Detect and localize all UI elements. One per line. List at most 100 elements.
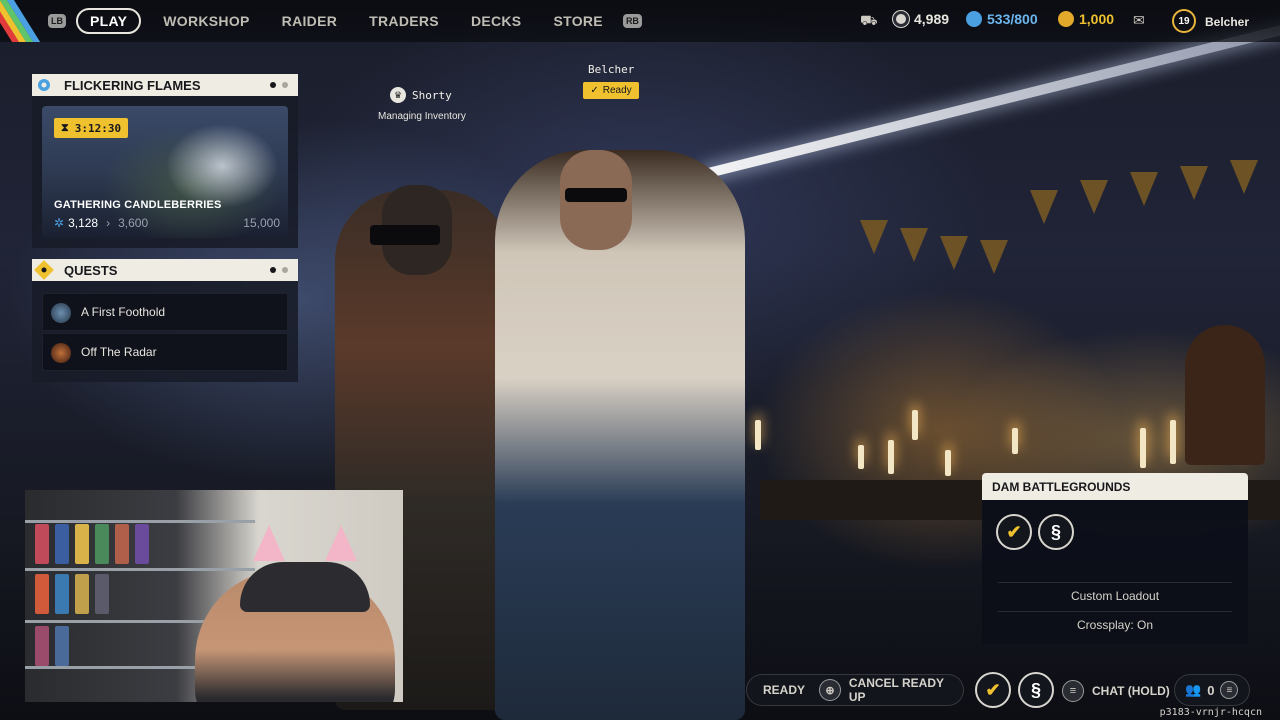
coins-value: 4,989 [914,11,950,27]
collectible-box [55,574,69,614]
quests-panel-title: QUESTS [64,262,118,278]
coins-display: 4,989 [893,11,949,27]
collectible-box [55,524,69,564]
controller-button-icon: ⊕ [819,679,841,701]
cat-ear-headset [325,525,357,561]
top-navigation-bar: LB PLAY WORKSHOP RAIDER TRADERS DECKS ST… [0,0,1280,42]
player-level-badge[interactable]: 19 [1172,9,1196,33]
tab-decks[interactable]: DECKS [471,13,522,29]
quest-item[interactable]: Off The Radar [42,333,288,371]
candle [858,445,864,469]
bunting-flag [1130,172,1158,206]
chat-hint[interactable]: ≡ CHAT (HOLD) [1062,680,1170,702]
credits-display: 1,000 [1058,11,1114,27]
credits-value: 1,000 [1079,11,1115,27]
tab-traders[interactable]: TRADERS [369,13,439,29]
character-shorty-goggles [370,225,440,245]
custom-loadout-option[interactable]: Custom Loadout [982,589,1248,603]
tab-workshop[interactable]: WORKSHOP [163,13,249,29]
streamer-cap [240,562,370,612]
mail-icon[interactable]: ✉ [1133,12,1145,29]
checkmark-icon: ✓ [590,85,599,96]
quests-panel-header[interactable]: QUESTS [32,259,298,281]
ready-status-bar[interactable]: READY ⊕ CANCEL READY UP [746,674,964,706]
collectible-box [35,626,49,666]
menu-button-icon: ≡ [1220,681,1239,699]
streamer-webcam-overlay [25,490,403,702]
event-name: GATHERING CANDLEBERRIES [54,199,222,211]
chevron-right-icon: › [106,216,111,230]
ceiling-light-beam [698,20,1280,180]
cosmetics-icon[interactable]: ⛟ [860,12,878,31]
progress-max: 15,000 [243,216,280,230]
collectible-box [115,524,129,564]
people-icon: 👥 [1185,682,1202,697]
pagination-dots [270,267,288,273]
raider-emblem-icon: § [1038,514,1074,550]
collectible-box [135,524,149,564]
session-id: p3183-vrnjr-hcqcn [1159,707,1262,718]
hourglass-icon: ⧗ [61,121,69,134]
collectible-box [35,524,49,564]
bunting-flag [1080,180,1108,214]
character-belcher-visor [565,188,627,202]
squad-member-status: Managing Inventory [378,111,466,122]
collectible-box [35,574,49,614]
lb-button-hint: LB [48,14,66,28]
chat-label: CHAT (HOLD) [1092,684,1170,698]
bunting-flag [1230,160,1258,194]
candle [1012,428,1018,454]
tab-raider[interactable]: RAIDER [282,13,337,29]
collectible-box [75,524,89,564]
crown-icon: ♛ [390,87,406,103]
event-progress: ✲ 3,128 › 3,600 15,000 [54,216,280,230]
gear-icon [34,75,54,95]
shelf [25,520,255,523]
event-timer: ⧗ 3:12:30 [54,118,129,138]
candle [912,410,918,440]
mode-card-body: ✔ § Custom Loadout Crossplay: On [982,500,1248,644]
shield-coin-icon [893,11,909,27]
quest-thumbnail-icon [51,303,71,323]
ready-status-text: Ready [602,85,632,96]
tokens-display: 533/800 [966,11,1038,27]
progress-next: 3,600 [118,216,149,230]
squad-member-name: Belcher [588,63,635,76]
quest-title: A First Foothold [81,305,166,319]
ready-check-icon: ✔ [996,514,1032,550]
bunting-flag [1030,190,1058,224]
raider-emblem-icon: § [1018,672,1054,708]
divider [998,611,1232,612]
npc-bartender [1185,325,1265,465]
party-count: 0 [1207,682,1215,698]
party-indicator[interactable]: 👥 0 ≡ [1174,674,1250,706]
gear-icon: ✲ [54,216,65,230]
mode-card-header[interactable]: DAM BATTLEGROUNDS [982,473,1248,500]
collectible-box [95,574,109,614]
bunting-flag [980,240,1008,274]
tab-store[interactable]: STORE [553,13,602,29]
tab-play[interactable]: PLAY [76,8,142,34]
candle [1170,420,1176,464]
candle [755,420,761,450]
cancel-ready-button[interactable]: CANCEL READY UP [849,676,963,704]
cat-ear-headset [253,525,285,561]
pagination-dots [270,82,288,88]
ready-label: READY [763,683,806,697]
bunting-flag [1180,166,1208,200]
rb-button-hint: RB [622,14,642,28]
progress-current: 3,128 [68,216,99,230]
candle [945,450,951,476]
bunting-flag [900,228,928,262]
divider [998,582,1232,583]
crossplay-option[interactable]: Crossplay: On [982,618,1248,632]
event-panel-header[interactable]: FLICKERING FLAMES [32,74,298,96]
collectible-box [55,626,69,666]
event-panel-title: FLICKERING FLAMES [64,77,201,93]
quest-diamond-icon [34,260,54,280]
brand-stripes-logo [0,0,44,42]
quest-title: Off The Radar [81,345,157,359]
player-name[interactable]: Belcher [1205,15,1249,29]
bunting-flag [940,236,968,270]
quest-item[interactable]: A First Foothold [42,293,288,331]
